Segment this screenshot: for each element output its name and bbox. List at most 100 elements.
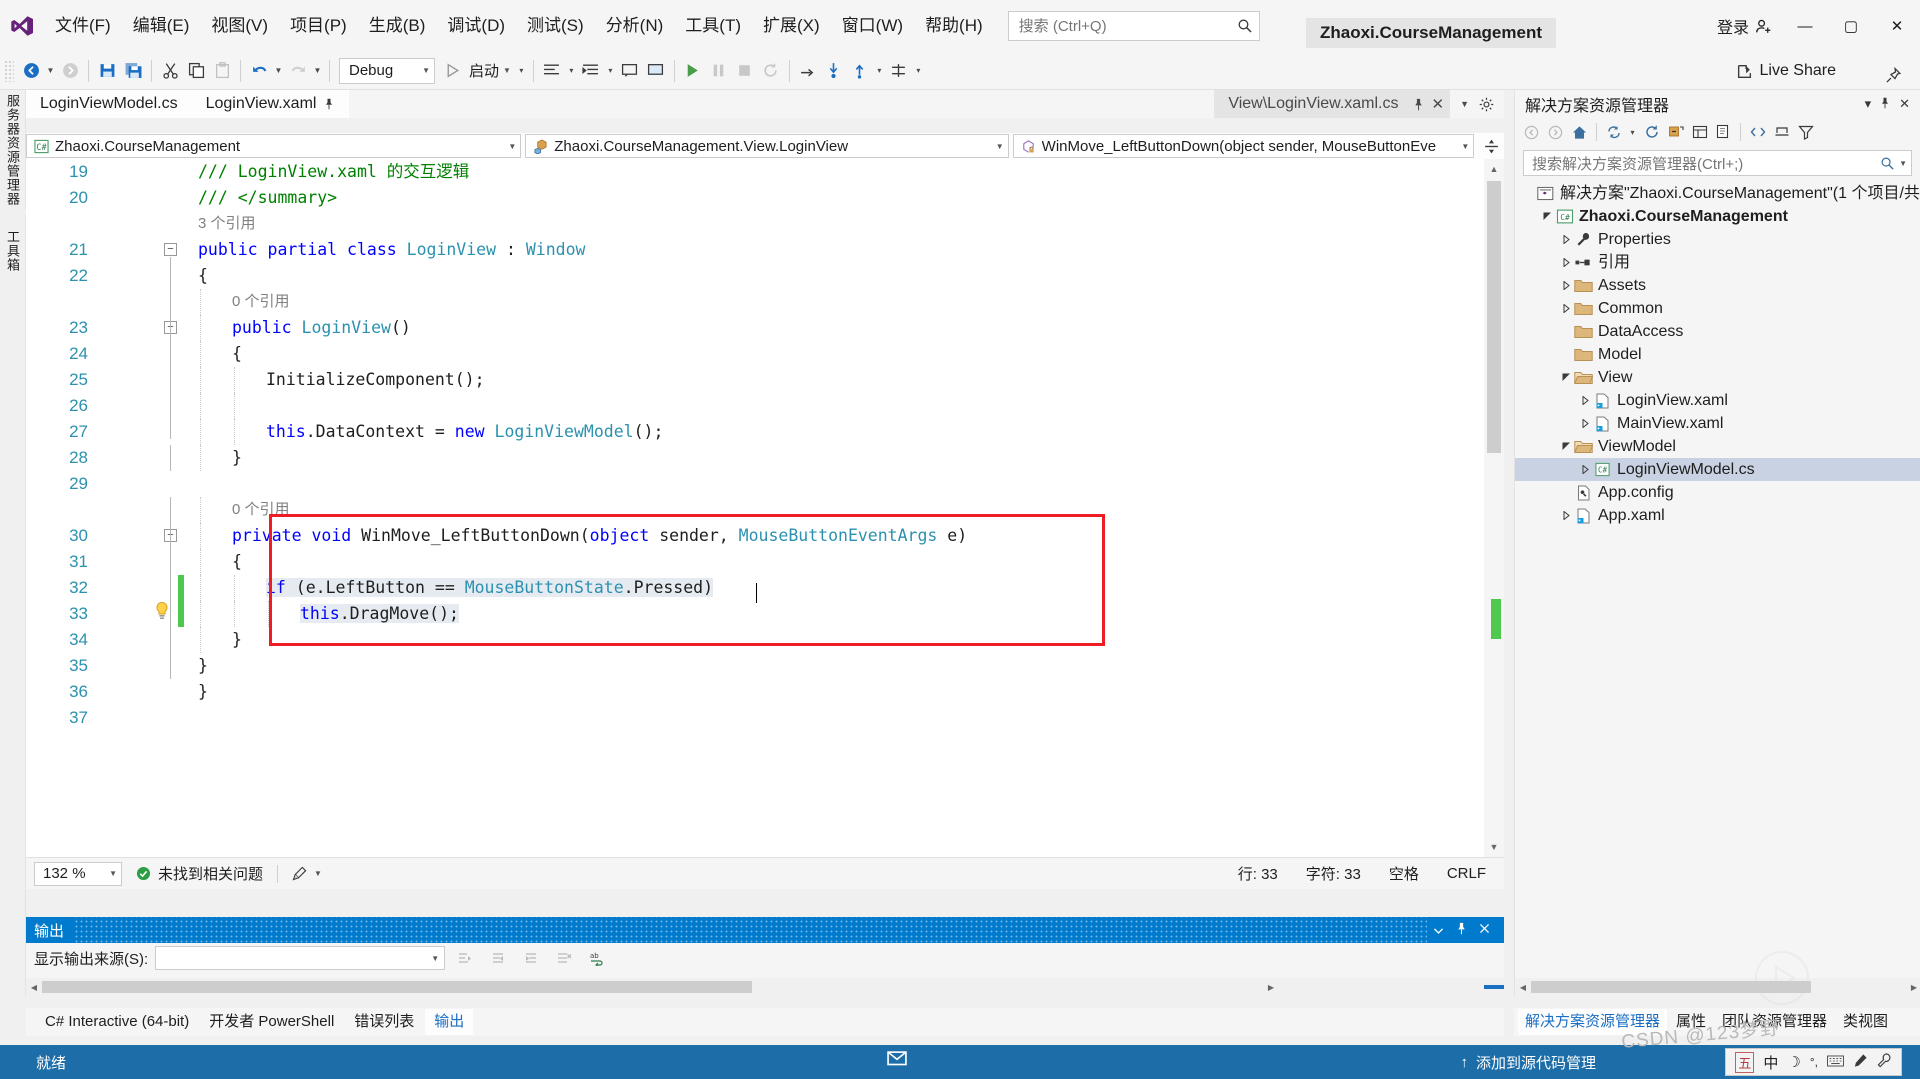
menu-view[interactable]: 视图(V) <box>200 0 279 52</box>
step-into-icon[interactable] <box>821 56 847 86</box>
forward-icon[interactable] <box>1544 120 1567 144</box>
collapsed-twisty-icon[interactable] <box>1559 228 1573 251</box>
undo-icon[interactable] <box>246 56 272 86</box>
code-line[interactable]: 34} <box>26 627 1484 653</box>
scroll-right-icon[interactable]: ▶ <box>1268 983 1274 992</box>
tools-icon[interactable] <box>1877 1052 1892 1072</box>
navigate-back-dropdown[interactable]: ▼ <box>44 56 57 86</box>
expanded-twisty-icon[interactable] <box>1540 205 1554 228</box>
solution-tree-item[interactable]: C# LoginViewModel.cs <box>1515 458 1920 481</box>
save-all-icon[interactable] <box>120 56 146 86</box>
fold-toggle-icon[interactable]: − <box>164 243 177 256</box>
chevron-down-icon[interactable]: ▼ <box>1460 99 1469 109</box>
add-to-source-control-button[interactable]: ↑ 添加到源代码管理 <box>1460 1052 1596 1073</box>
ime-language-bar[interactable]: 五 中 ☽ °, <box>1725 1048 1902 1076</box>
solution-explorer-horizontal-scrollbar[interactable]: ◀ ▶ <box>1515 978 1920 996</box>
restart-icon[interactable] <box>758 56 784 86</box>
back-icon[interactable] <box>1520 120 1543 144</box>
code-line[interactable]: 32 if (e.LeftButton == MouseButtonState.P… <box>26 575 1484 601</box>
pause-icon[interactable] <box>706 56 732 86</box>
comment-icon[interactable] <box>617 56 643 86</box>
solution-tree-item[interactable]: View <box>1515 366 1920 389</box>
navigate-forward-icon[interactable] <box>57 56 83 86</box>
solution-tree-item[interactable]: App.config <box>1515 481 1920 504</box>
solution-explorer-tree[interactable]: 解决方案"Zhaoxi.CourseManagement"(1 个项目/共 C# Z… <box>1515 182 1920 527</box>
tab-csharp-interactive[interactable]: C# Interactive (64-bit) <box>36 1009 198 1035</box>
ime-language-label[interactable]: 中 <box>1763 1052 1778 1073</box>
expanded-twisty-icon[interactable] <box>1559 435 1573 458</box>
start-debug-play-icon[interactable] <box>439 56 465 86</box>
code-line[interactable]: 21 − public partial class LoginView : Wind… <box>26 237 1484 263</box>
code-line[interactable]: 19 /// LoginView.xaml 的交互逻辑 <box>26 159 1484 185</box>
home-icon[interactable] <box>1568 120 1591 144</box>
thread-more[interactable]: ▾ <box>912 56 925 86</box>
tab-developer-powershell[interactable]: 开发者 PowerShell <box>200 1009 343 1035</box>
cut-icon[interactable] <box>157 56 183 86</box>
zoom-level-combobox[interactable]: 132 % ▼ <box>34 861 122 886</box>
scroll-down-icon[interactable]: ▼ <box>1484 837 1504 857</box>
debug-more[interactable]: ▾ <box>873 56 886 86</box>
keyboard-icon[interactable] <box>1827 1054 1844 1071</box>
chevron-down-icon[interactable] <box>1427 924 1450 937</box>
save-icon[interactable] <box>94 56 120 86</box>
solution-tree-item[interactable]: Assets <box>1515 274 1920 297</box>
code-line[interactable]: 28} <box>26 445 1484 471</box>
thread-marker-icon[interactable] <box>886 56 912 86</box>
menu-extensions[interactable]: 扩展(X) <box>752 0 831 52</box>
tab-error-list[interactable]: 错误列表 <box>345 1009 423 1035</box>
moon-icon[interactable]: ☽ <box>1787 1053 1800 1071</box>
solution-tree-item[interactable]: DataAccess <box>1515 320 1920 343</box>
collapsed-twisty-icon[interactable] <box>1559 297 1573 320</box>
diagnostics-indicator[interactable]: 未找到相关问题 <box>122 863 277 884</box>
collapsed-twisty-icon[interactable] <box>1578 412 1592 435</box>
sign-in-button[interactable]: 登录 <box>1707 14 1782 38</box>
code-view-icon[interactable] <box>1746 120 1769 144</box>
code-line[interactable]: 22 { <box>26 263 1484 289</box>
scrollbar-thumb[interactable] <box>42 981 752 993</box>
collapsed-twisty-icon[interactable] <box>1578 389 1592 412</box>
output-source-combobox[interactable]: ▼ <box>155 946 446 970</box>
solution-tree-item[interactable]: App.xaml <box>1515 504 1920 527</box>
scroll-right-icon[interactable]: ▶ <box>1911 983 1917 992</box>
solution-tree-item[interactable]: ViewModel <box>1515 435 1920 458</box>
code-line[interactable]: 31 { <box>26 549 1484 575</box>
code-line[interactable]: 30−private void WinMove_LeftButtonDown(o… <box>26 523 1484 549</box>
undo-dropdown[interactable]: ▼ <box>272 56 285 86</box>
clear-all-icon[interactable] <box>551 946 577 970</box>
codelens-line[interactable]: 0 个引用 <box>26 497 1484 523</box>
expanded-twisty-icon[interactable] <box>1559 366 1573 389</box>
output-horizontal-scrollbar[interactable]: ◀ ▶ <box>26 978 1504 996</box>
start-options[interactable]: ▾ <box>515 56 528 86</box>
solution-tree-item[interactable]: Properties <box>1515 228 1920 251</box>
next-message-icon[interactable] <box>518 946 544 970</box>
project-selector[interactable]: C# Zhaoxi.CourseManagement ▼ <box>26 134 522 158</box>
indent-icon[interactable] <box>578 56 604 86</box>
filter-icon[interactable] <box>1794 120 1817 144</box>
solution-tree-item[interactable]: LoginView.xaml <box>1515 389 1920 412</box>
code-line[interactable]: 33 this.DragMove(); <box>26 601 1484 627</box>
pin-icon[interactable] <box>1880 60 1906 90</box>
code-line[interactable]: 27 this.DataContext = new LoginViewModel(… <box>26 419 1484 445</box>
toolbar-grip[interactable] <box>4 59 14 82</box>
code-editor[interactable]: 19 /// LoginView.xaml 的交互逻辑 20 /// </summar… <box>26 159 1504 889</box>
chevron-down-icon[interactable]: ▾ <box>1626 120 1639 144</box>
menu-file[interactable]: 文件(F) <box>44 0 122 52</box>
navigate-back-icon[interactable] <box>18 56 44 86</box>
code-text-area[interactable]: 19 /// LoginView.xaml 的交互逻辑 20 /// </summar… <box>26 159 1484 857</box>
ime-mode-indicator[interactable]: 五 <box>1735 1051 1755 1073</box>
split-view-icon[interactable] <box>1478 138 1504 155</box>
solution-tree-item[interactable]: 解决方案"Zhaoxi.CourseManagement"(1 个项目/共 <box>1515 182 1920 205</box>
refresh-icon[interactable] <box>1640 120 1663 144</box>
scroll-left-icon[interactable]: ◀ <box>26 983 42 992</box>
properties-icon[interactable] <box>1688 120 1711 144</box>
show-all-files-icon[interactable] <box>1712 120 1735 144</box>
output-panel-drag-area[interactable] <box>74 917 1427 943</box>
indent-dropdown[interactable]: ▾ <box>604 56 617 86</box>
chevron-down-icon[interactable]: ▼ <box>1899 159 1907 168</box>
scroll-left-icon[interactable]: ◀ <box>1515 983 1531 992</box>
menu-window[interactable]: 窗口(W) <box>831 0 914 52</box>
tab-loginview-xaml[interactable]: LoginView.xaml <box>191 90 350 118</box>
uncomment-icon[interactable] <box>643 56 669 86</box>
handwriting-icon[interactable] <box>1853 1053 1868 1072</box>
menu-build[interactable]: 生成(B) <box>358 0 437 52</box>
